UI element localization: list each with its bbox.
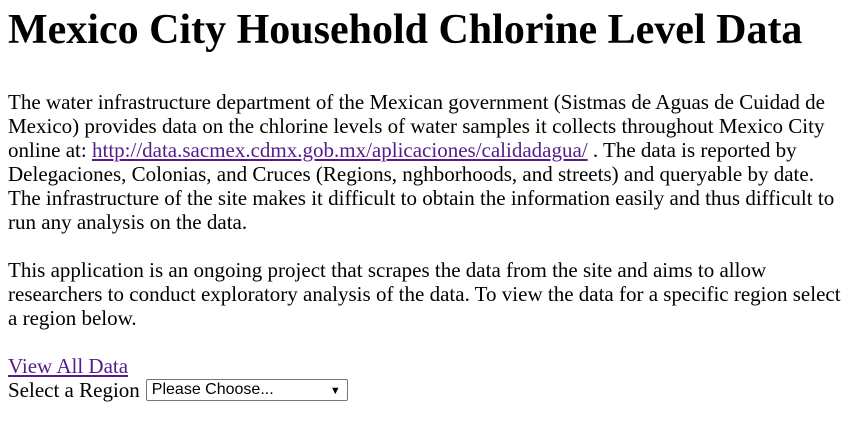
calidadagua-link[interactable]: http://data.sacmex.cdmx.gob.mx/aplicacio… <box>92 138 588 162</box>
region-select-label: Select a Region <box>8 378 140 402</box>
page-container: Mexico City Household Chlorine Level Dat… <box>8 0 846 402</box>
page-title: Mexico City Household Chlorine Level Dat… <box>8 7 803 53</box>
region-select-value: Please Choose... <box>151 381 274 398</box>
chevron-down-icon: ▼ <box>329 385 341 397</box>
intro-paragraph: The water infrastructure department of t… <box>8 90 844 234</box>
region-select[interactable]: Please Choose... ▼ <box>145 379 348 401</box>
view-all-data-link[interactable]: View All Data <box>8 354 128 378</box>
region-select-row: Select a Region Please Choose... ▼ <box>8 378 846 402</box>
project-description: This application is an ongoing project t… <box>8 258 841 330</box>
